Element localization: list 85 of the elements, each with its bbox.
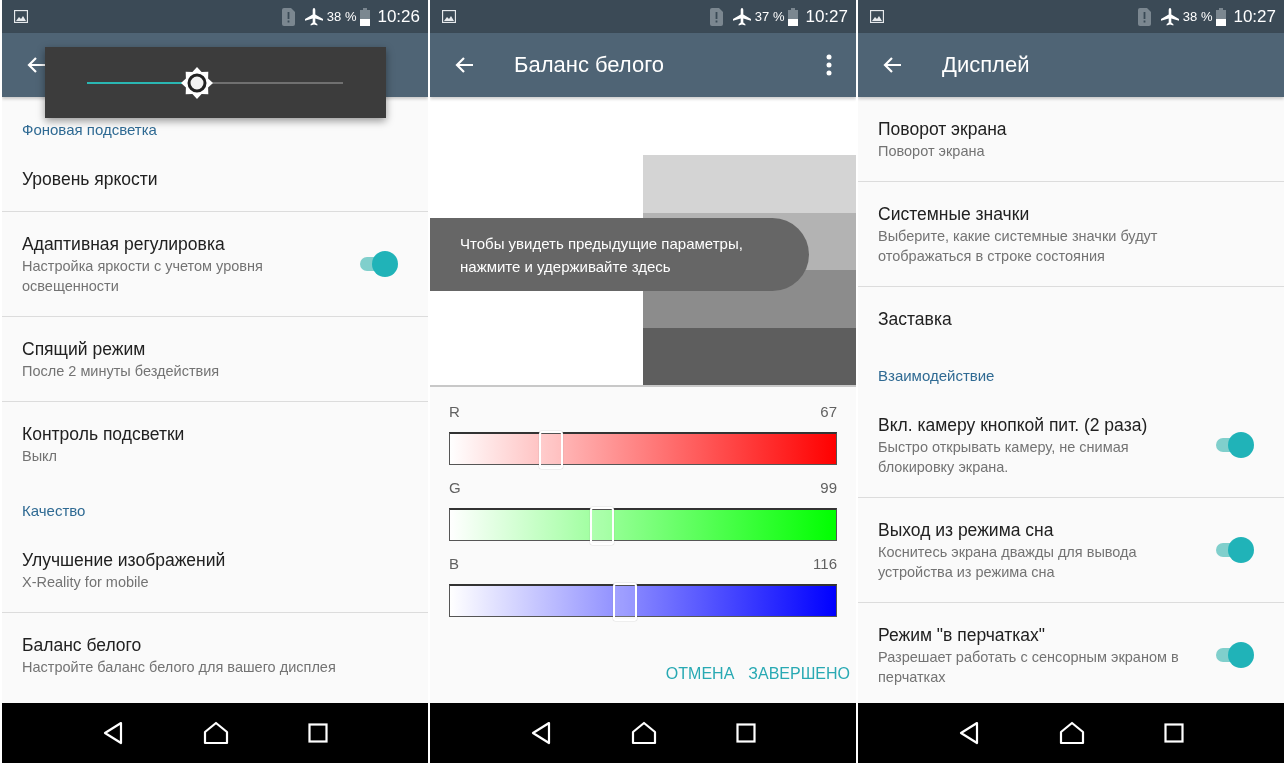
section-header: Качество [21,501,87,521]
back-icon[interactable] [101,721,124,745]
section-header: Фоновая подсветка [21,120,158,140]
home-icon[interactable] [1059,721,1085,745]
image-icon [442,10,456,23]
battery-icon [1216,7,1227,26]
settings-item[interactable]: Контроль подсветки Выкл [2,402,428,486]
channel-label: R [449,403,460,421]
sim-card-icon [709,7,723,26]
toggle-switch[interactable] [1214,537,1254,563]
slider-thumb[interactable] [539,431,564,469]
battery-icon [788,7,799,26]
item-subtitle: Быстро открывать камеру, не снимая блокировку экрана. [878,438,1130,477]
settings-item[interactable]: Улучшение изображений X-Reality for mobile [2,528,428,612]
item-subtitle: Выкл [22,447,59,466]
home-icon[interactable] [203,721,229,745]
airplane-icon [1160,7,1179,26]
item-title: Выход из режима сна [878,519,1055,542]
channel-value: 99 [820,479,837,497]
item-title: Спящий режим [22,338,147,361]
item-subtitle: Коснитесь экрана дважды для вывода устройства из режима сна [878,543,1138,582]
settings-item[interactable]: Заставка [858,287,1284,351]
toggle-switch[interactable] [358,251,398,277]
clock-time: 10:27 [805,6,848,27]
item-title: Контроль подсветки [22,423,186,446]
more-options-icon[interactable] [826,54,832,76]
brightness-icon[interactable] [180,65,215,100]
airplane-icon [732,7,751,26]
battery-percent: 38 % [1182,9,1213,24]
toggle-switch[interactable] [1214,642,1254,668]
back-arrow-icon[interactable] [26,56,46,74]
item-subtitle: Выберите, какие системные значки будут отображаться в строке состояния [878,227,1159,266]
battery-percent: 38 % [326,9,357,24]
item-title: Системные значки [878,203,1031,226]
settings-item[interactable]: Выход из режима сна Коснитесь экрана дважды для вывода устройства из режима сна [858,498,1284,602]
channel-label: G [449,479,461,497]
clock-time: 10:26 [377,6,420,27]
item-title: Поворот экрана [878,118,1008,141]
item-subtitle: Настройка яркости с учетом уровня освещенности [22,257,264,296]
back-icon[interactable] [957,721,980,745]
battery-percent: 37 % [754,9,785,24]
sim-card-icon [1137,7,1151,26]
item-title: Вкл. камеру кнопкой пит. (2 раза) [878,414,1149,437]
item-subtitle: После 2 минуты бездействия [22,362,221,381]
image-icon [14,10,28,23]
screen-title: Дисплей [942,52,1030,78]
item-subtitle: Поворот экрана [878,142,986,161]
item-subtitle: Разрешает работать с сенсорным экраном в перчатках [878,648,1180,687]
settings-item[interactable]: Поворот экрана Поворот экрана [858,97,1284,181]
settings-item[interactable]: Режим "в перчатках" Разрешает работать с сенсорным экраном в перчатках [858,603,1284,703]
back-arrow-icon[interactable] [882,56,902,74]
channel-label: B [449,555,459,573]
recent-apps-icon[interactable] [736,723,757,743]
airplane-icon [304,7,323,26]
settings-item[interactable]: Адаптивная регулировка Настройка яркости с учетом уровня освещенности [2,212,428,316]
item-subtitle: X-Reality for mobile [22,573,150,592]
image-icon [870,10,884,23]
item-subtitle: Настройте баланс белого для вашего дисплея [22,658,337,677]
back-arrow-icon[interactable] [454,56,474,74]
battery-icon [360,7,371,26]
recent-apps-icon[interactable] [1164,723,1185,743]
item-title: Баланс белого [22,634,143,657]
channel-value: 116 [813,555,837,573]
sim-card-icon [281,7,295,26]
item-title: Уровень яркости [22,168,159,191]
settings-item[interactable]: Спящий режим После 2 минуты бездействия [2,317,428,401]
section-header: Взаимодействие [877,366,996,386]
home-icon[interactable] [631,721,657,745]
item-title: Режим "в перчатках" [878,624,1046,647]
slider-thumb[interactable] [589,507,614,545]
settings-item[interactable]: Баланс белого Настройте баланс белого для вашего дисплея [2,613,428,697]
recent-apps-icon[interactable] [308,723,329,743]
settings-item[interactable]: Уровень яркости [2,147,428,211]
channel-value: 67 [820,403,837,421]
item-title: Улучшение изображений [22,549,227,572]
screen-title: Баланс белого [514,52,664,78]
slider-thumb[interactable] [612,583,637,621]
item-title: Заставка [878,308,953,331]
settings-item[interactable]: Вкл. камеру кнопкой пит. (2 раза) Быстро открывать камеру, не снимая блокировку экрана. [858,393,1284,497]
back-icon[interactable] [529,721,552,745]
hint-toast: Чтобы увидеть предыдущие параметры, нажмите и удерживайте здесь [430,218,809,291]
settings-item[interactable]: Системные значки Выберите, какие системные значки будут отображаться в строке состояния [858,182,1284,286]
toggle-switch[interactable] [1214,432,1254,458]
clock-time: 10:27 [1233,6,1276,27]
item-title: Адаптивная регулировка [22,233,226,256]
